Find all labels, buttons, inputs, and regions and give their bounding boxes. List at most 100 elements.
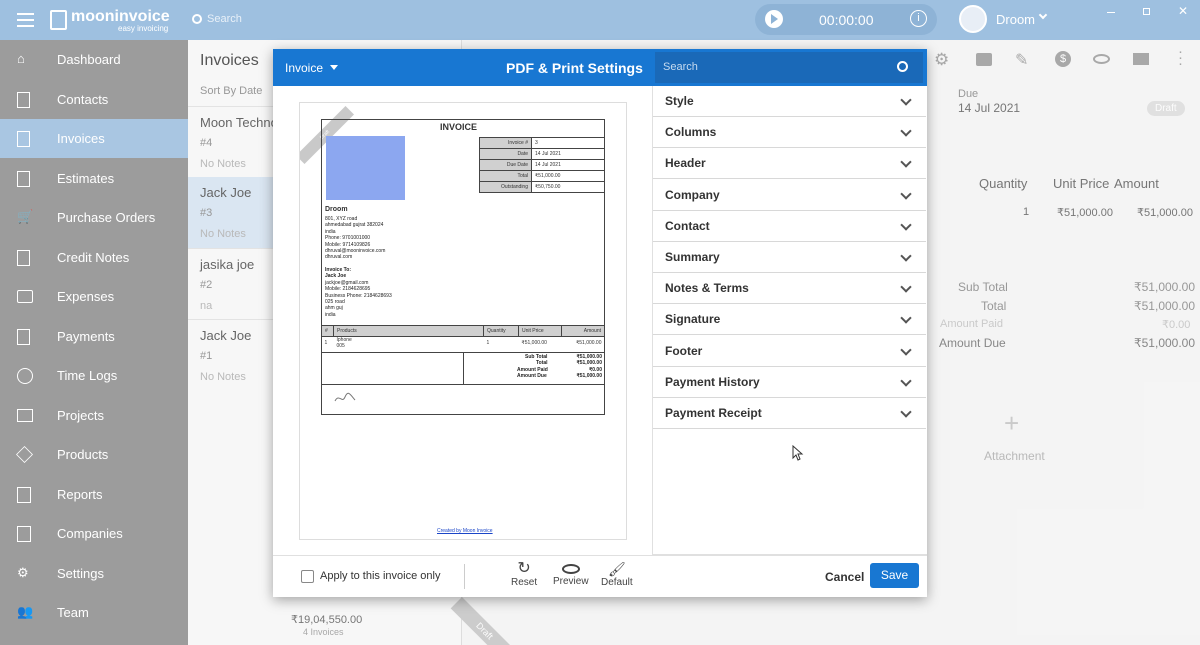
section-label: Footer: [665, 344, 703, 358]
meta-value: ₹50,750.00: [531, 181, 605, 193]
sidebar-item-contacts[interactable]: Contacts: [0, 80, 188, 119]
cancel-button[interactable]: Cancel: [825, 570, 864, 584]
doc-type-dropdown[interactable]: Invoice: [285, 61, 323, 75]
item-code: 005: [336, 343, 345, 349]
section-contact[interactable]: Contact: [653, 211, 926, 242]
chevron-down-icon: [900, 94, 912, 106]
section-columns[interactable]: Columns: [653, 117, 926, 148]
col-header: Unit Price: [518, 325, 562, 337]
bar-chart-icon: [17, 486, 31, 503]
meta-key: Invoice #: [479, 137, 532, 149]
search-input[interactable]: Search: [207, 13, 242, 25]
sidebar-item-projects[interactable]: Projects: [0, 396, 188, 435]
minimize-icon[interactable]: [1107, 12, 1115, 13]
item-cell: ₹51,000.00: [576, 340, 602, 346]
play-icon[interactable]: [765, 10, 783, 28]
section-header[interactable]: Header: [653, 148, 926, 179]
pdf-print-settings-modal: Invoice PDF & Print Settings Search Draf…: [273, 49, 927, 597]
sidebar-item-settings[interactable]: ⚙ Settings: [0, 554, 188, 593]
default-button[interactable]: 🖌 Default: [601, 561, 633, 588]
save-button[interactable]: Save: [870, 563, 919, 588]
sidebar-item-expenses[interactable]: Expenses: [0, 277, 188, 316]
restore-icon[interactable]: [1143, 8, 1150, 15]
sidebar-item-team[interactable]: 👥 Team: [0, 593, 188, 632]
mouse-cursor-icon: [792, 445, 804, 461]
total-value: ₹51,000.00: [576, 373, 602, 380]
item-cell: 1: [486, 340, 490, 346]
chevron-down-icon: [900, 219, 912, 231]
reset-button[interactable]: ↻ Reset: [511, 561, 537, 589]
preview-bill-to: Invoice To: Jack Joe jackjoe@gmail.com M…: [325, 267, 392, 318]
address-line: india: [325, 311, 336, 318]
section-payment-history[interactable]: Payment History: [653, 367, 926, 398]
top-bar: mooninvoice easy invoicing Search 00:00:…: [0, 0, 1200, 40]
preview-notes-box: [321, 352, 463, 385]
section-style[interactable]: Style: [653, 86, 926, 117]
col-header: Quantity: [482, 325, 520, 337]
meta-key: Date: [479, 148, 532, 160]
meta-key: Due Date: [479, 159, 532, 171]
sidebar-item-invoices[interactable]: Invoices: [0, 119, 188, 158]
section-footer[interactable]: Footer: [653, 336, 926, 367]
chevron-down-icon: [900, 312, 912, 324]
box-icon: [16, 446, 33, 463]
section-payment-receipt[interactable]: Payment Receipt: [653, 398, 926, 429]
preview-meta-table: Invoice #3 Date 14 Jul 2021 Due Date 14 Ju…: [479, 137, 605, 193]
search-icon[interactable]: [897, 61, 908, 72]
pdf-preview: Draft INVOICE Invoice #3 Date 14 Jul 2021…: [299, 102, 627, 540]
col-header: Amount: [561, 325, 605, 337]
close-icon[interactable]: ✕: [1178, 4, 1188, 18]
modal-title: PDF & Print Settings: [506, 60, 643, 76]
section-summary[interactable]: Summary: [653, 242, 926, 273]
sidebar-item-reports[interactable]: Reports: [0, 475, 188, 514]
apply-checkbox[interactable]: [301, 570, 314, 583]
caret-down-icon[interactable]: [330, 65, 338, 70]
meta-value: ₹51,000.00: [531, 170, 605, 182]
section-label: Columns: [665, 125, 717, 139]
section-label: Style: [665, 94, 694, 108]
building-icon: [17, 525, 31, 542]
preview-totals: Sub Total ₹51,000.00 Total ₹51,000.00 Amou…: [500, 354, 602, 380]
sidebar-item-payments[interactable]: Payments: [0, 317, 188, 356]
meta-value: 14 Jul 2021: [531, 148, 605, 160]
eye-icon: [561, 564, 580, 574]
sidebar-item-credit-notes[interactable]: Credit Notes: [0, 238, 188, 277]
folder-icon: [17, 409, 33, 422]
cart-icon: 🛒: [17, 208, 34, 224]
team-icon: 👥: [17, 603, 34, 619]
modal-footer: Apply to this invoice only ↻ Reset Previe…: [273, 555, 927, 597]
meta-value: 14 Jul 2021: [531, 159, 605, 171]
sidebar-item-purchase-orders[interactable]: 🛒 Purchase Orders: [0, 198, 188, 237]
preview-button[interactable]: Preview: [553, 561, 589, 587]
apply-checkbox-label[interactable]: Apply to this invoice only: [320, 570, 440, 582]
brush-icon: 🖌: [607, 561, 626, 577]
sidebar-item-dashboard[interactable]: ⌂ Dashboard: [0, 40, 188, 79]
wallet-icon: [17, 290, 33, 303]
sidebar-item-time-logs[interactable]: Time Logs: [0, 356, 188, 395]
preview-footer-link[interactable]: Created by Moon Invoice: [437, 528, 493, 534]
preview-logo: [326, 136, 405, 200]
section-signature[interactable]: Signature: [653, 304, 926, 335]
settings-search-input[interactable]: Search: [655, 52, 923, 83]
info-icon[interactable]: i: [910, 10, 927, 27]
estimate-icon: [17, 170, 30, 187]
section-label: Contact: [665, 219, 710, 233]
meta-value: 3: [531, 137, 605, 149]
chevron-down-icon: [900, 281, 912, 293]
sidebar-item-companies[interactable]: Companies: [0, 514, 188, 553]
menu-icon[interactable]: [17, 13, 34, 27]
avatar[interactable]: [959, 5, 987, 33]
app-tagline: easy invoicing: [118, 24, 169, 33]
user-name[interactable]: Droom: [996, 12, 1035, 27]
section-label: Payment Receipt: [665, 406, 762, 420]
chevron-down-icon: [900, 250, 912, 262]
sidebar-item-estimates[interactable]: Estimates: [0, 159, 188, 198]
section-company[interactable]: Company: [653, 180, 926, 211]
timer-value: 00:00:00: [819, 12, 874, 28]
sidebar-item-products[interactable]: Products: [0, 435, 188, 474]
preview-company-address: 801, XYZ road ahmedabad gujrat 382024 in…: [325, 216, 385, 261]
chevron-down-icon[interactable]: [1038, 10, 1048, 20]
section-notes-terms[interactable]: Notes & Terms: [653, 273, 926, 304]
signature-icon: [334, 392, 356, 402]
meta-key: Outstanding: [479, 181, 532, 193]
